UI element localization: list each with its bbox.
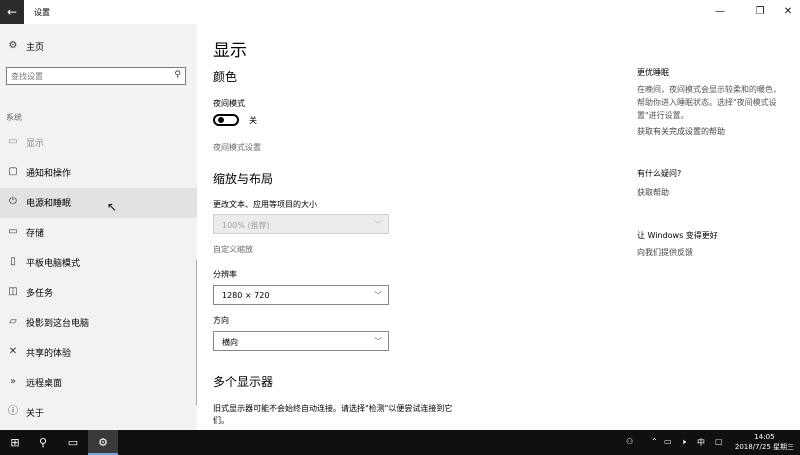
share-icon: ✕ <box>8 346 18 357</box>
start-button[interactable]: ⊞ <box>0 430 30 455</box>
task-view-button[interactable]: ▭ <box>58 430 88 455</box>
close-button[interactable]: ✕ <box>772 0 800 24</box>
night-light-state: 关 <box>249 116 257 125</box>
people-icon[interactable]: ⚇ <box>626 437 633 446</box>
network-icon[interactable]: ▭ <box>664 437 672 446</box>
sidebar-item-storage[interactable]: ▭ 存储 <box>0 218 197 248</box>
back-button[interactable]: ← <box>0 0 24 24</box>
storage-icon: ▭ <box>8 226 18 237</box>
sidebar-item-display[interactable]: ▭ 显示 <box>0 128 197 158</box>
sidebar-item-label: 远程桌面 <box>26 379 63 389</box>
mouse-cursor-icon: ↖ <box>107 200 118 214</box>
monitor-icon: ▭ <box>8 136 18 147</box>
orientation-dropdown[interactable]: 横向 ﹀ <box>213 331 389 351</box>
multi-display-text-line2: 们。 <box>213 416 229 425</box>
night-light-label: 夜间模式 <box>213 99 245 108</box>
minimize-button[interactable]: — <box>704 0 736 24</box>
sidebar-item-label: 主页 <box>26 43 45 53</box>
clock-time: 14:05 <box>754 433 775 441</box>
page-title: 显示 <box>213 41 247 61</box>
search-box[interactable]: ⚲ <box>6 67 186 85</box>
search-button[interactable]: ⚲ <box>28 430 58 455</box>
search-input[interactable] <box>11 70 161 82</box>
search-icon: ⚲ <box>38 436 48 449</box>
sidebar-item-multitasking[interactable]: ◫ 多任务 <box>0 278 197 308</box>
orientation-label: 方向 <box>213 316 229 325</box>
sidebar-item-label: 关于 <box>26 409 45 419</box>
volume-muted-icon[interactable]: 🕨 <box>681 437 686 447</box>
sidebar-item-notifications[interactable]: ▢ 通知和操作 <box>0 158 197 188</box>
sidebar: ⚙ 主页 ⚲ 系统 ▭ 显示 ▢ 通知和操作 ⏻ 电源和睡眠 ▭ 存储 ▯ 平板… <box>0 24 198 430</box>
search-icon[interactable]: ⚲ <box>174 70 181 80</box>
color-heading: 颜色 <box>213 70 238 84</box>
chevron-down-icon: ﹀ <box>374 220 382 229</box>
task-view-icon: ▭ <box>67 436 79 449</box>
sidebar-item-about[interactable]: ⓘ 关于 <box>0 398 197 428</box>
minimize-icon: — <box>715 6 725 17</box>
scale-label: 更改文本、应用等项目的大小 <box>213 200 317 209</box>
scale-value: 100% (推荐) <box>222 221 270 230</box>
sidebar-item-power[interactable]: ⏻ 电源和睡眠 <box>0 188 197 218</box>
clock-date: 2018/7/25 星期三 <box>734 443 794 451</box>
windows-logo-icon: ⊞ <box>10 436 20 449</box>
resolution-dropdown[interactable]: 1280 × 720 ﹀ <box>213 285 389 305</box>
gear-icon: ⚙ <box>8 40 18 51</box>
sidebar-item-label: 平板电脑模式 <box>26 259 81 269</box>
notification-icon[interactable]: ▢ <box>715 437 723 446</box>
ime-indicator[interactable]: 中 <box>697 437 705 448</box>
sidebar-item-tablet[interactable]: ▯ 平板电脑模式 <box>0 248 197 278</box>
better-sleep-text: 在晚间，夜间模式会显示较柔和的暖色，帮助你进入睡眠状态。选择"夜间模式设置"进行… <box>637 85 781 120</box>
section-label: 系统 <box>6 113 22 122</box>
multi-display-heading: 多个显示器 <box>213 375 274 389</box>
sidebar-item-label: 存储 <box>26 229 45 239</box>
scale-heading: 缩放与布局 <box>213 172 274 186</box>
sidebar-item-projecting[interactable]: ▱ 投影到这台电脑 <box>0 308 197 338</box>
custom-scale-link[interactable]: 自定义缩放 <box>213 244 253 255</box>
sidebar-item-label: 共享的体验 <box>26 349 72 359</box>
title-bar: ← 设置 — ❐ ✕ <box>0 0 800 24</box>
power-icon: ⏻ <box>9 196 17 207</box>
feedback-link[interactable]: 向我们提供反馈 <box>637 247 693 258</box>
chevron-down-icon: ﹀ <box>374 291 382 300</box>
resolution-value: 1280 × 720 <box>222 291 270 300</box>
night-light-settings-link[interactable]: 夜间模式设置 <box>213 142 261 153</box>
sidebar-item-label: 电源和睡眠 <box>26 199 72 209</box>
info-icon: ⓘ <box>8 406 18 417</box>
resolution-label: 分辨率 <box>213 270 237 279</box>
improve-windows-heading: 让 Windows 变得更好 <box>637 231 718 240</box>
settings-taskbar-button[interactable]: ⚙ <box>88 430 118 455</box>
taskbar: ⊞ ⚲ ▭ ⚙ ⚇ ⌃ ▭ 🕨 中 ▢ 14:05 2018/7/25 星期三 <box>0 430 800 455</box>
sidebar-item-remote-desktop[interactable]: » 远程桌面 <box>0 368 197 398</box>
back-arrow-icon: ← <box>6 5 18 19</box>
sidebar-item-label: 投影到这台电脑 <box>26 319 90 329</box>
chevron-down-icon: ﹀ <box>374 337 382 346</box>
setup-help-link[interactable]: 获取有关完成设置的帮助 <box>637 126 725 137</box>
remote-icon: » <box>9 376 17 387</box>
sidebar-item-shared-experiences[interactable]: ✕ 共享的体验 <box>0 338 197 368</box>
get-help-link[interactable]: 获取帮助 <box>637 187 669 198</box>
night-light-toggle[interactable] <box>213 114 239 126</box>
sidebar-item-label: 多任务 <box>26 289 54 299</box>
projector-icon: ▱ <box>9 316 17 327</box>
multi-display-text-line1: 旧式显示器可能不会始终自动连接。请选择"检测"以便尝试连接到它 <box>213 404 453 413</box>
window-title: 设置 <box>34 8 50 17</box>
gear-icon: ⚙ <box>98 436 108 449</box>
questions-heading: 有什么疑问? <box>637 169 682 178</box>
clock[interactable]: 14:05 2018/7/25 星期三 <box>735 432 794 452</box>
chevron-up-icon[interactable]: ⌃ <box>651 437 658 446</box>
sidebar-item-home[interactable]: ⚙ 主页 <box>0 32 197 62</box>
restore-icon: ❐ <box>755 6 765 17</box>
orientation-value: 横向 <box>222 338 238 347</box>
sidebar-item-label: 显示 <box>26 139 45 149</box>
better-sleep-heading: 更优睡眠 <box>637 68 669 77</box>
message-icon: ▢ <box>8 166 18 177</box>
sidebar-item-label: 通知和操作 <box>26 169 72 179</box>
tablet-icon: ▯ <box>10 256 16 267</box>
scale-dropdown[interactable]: 100% (推荐) ﹀ <box>213 214 389 234</box>
close-icon: ✕ <box>783 6 793 17</box>
multitask-icon: ◫ <box>8 286 18 297</box>
toggle-knob <box>218 117 224 123</box>
